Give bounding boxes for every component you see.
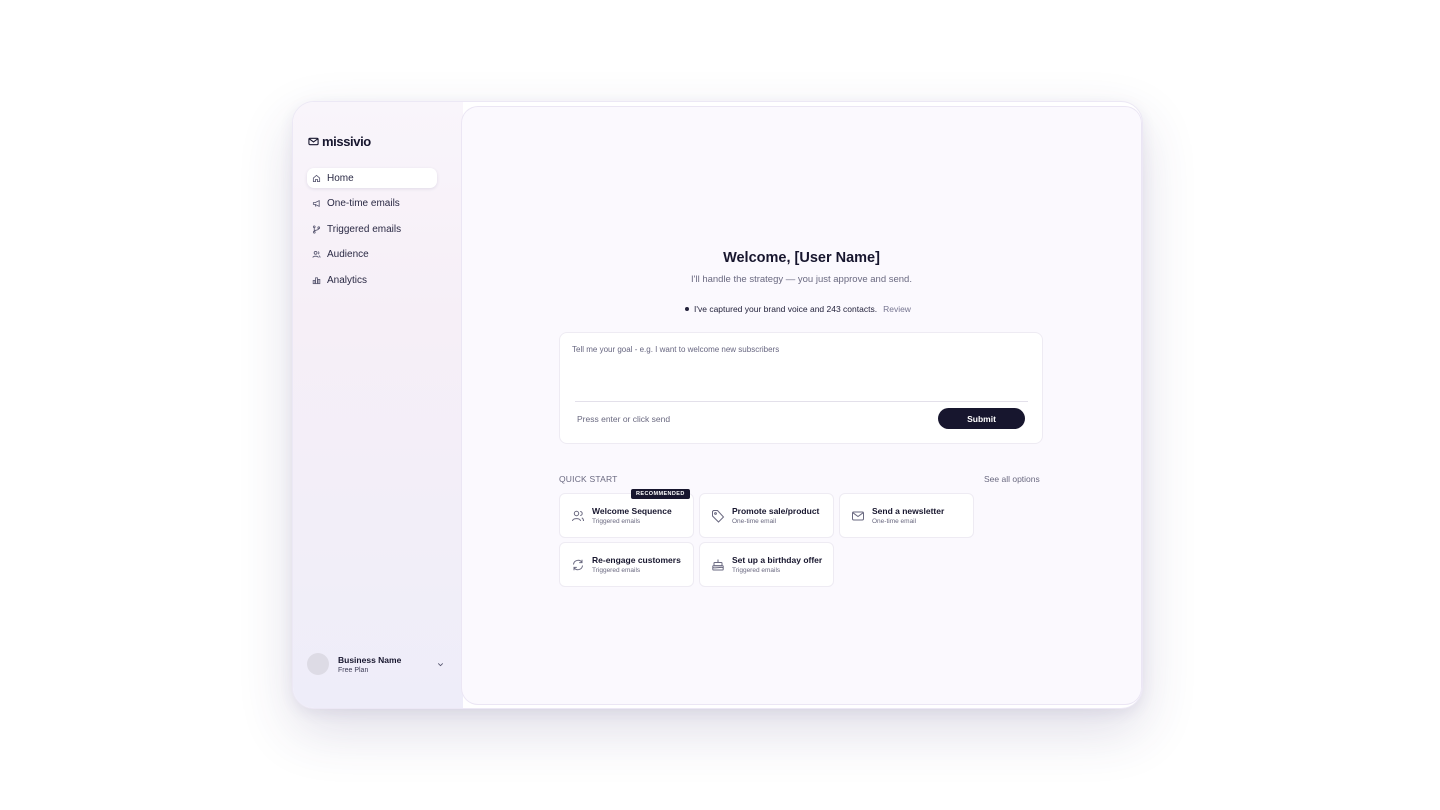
bar-chart-icon xyxy=(312,276,321,284)
app-window: missivio Home One-time emails Triggered … xyxy=(292,101,1143,709)
users-icon xyxy=(312,251,321,258)
sidebar-item-label: One-time emails xyxy=(327,198,400,209)
card-title: Welcome Sequence xyxy=(592,506,672,516)
sidebar: missivio Home One-time emails Triggered … xyxy=(293,102,463,708)
card-title: Send a newsletter xyxy=(872,506,945,516)
card-title: Promote sale/product xyxy=(732,506,820,516)
goal-prompt-box: Press enter or click send Submit xyxy=(559,332,1043,444)
prompt-hint: Press enter or click send xyxy=(577,414,671,424)
main-panel: Welcome, [User Name] I'll handle the str… xyxy=(462,107,1141,704)
quick-start-card-welcome-sequence[interactable]: RECOMMENDED Welcome Sequence Triggered e… xyxy=(559,489,694,538)
see-all-options-link[interactable]: See all options xyxy=(984,474,1040,484)
logo-text: missivio xyxy=(322,134,371,149)
recommended-badge: RECOMMENDED xyxy=(631,489,690,499)
sidebar-item-one-time-emails[interactable]: One-time emails xyxy=(307,194,437,214)
quick-start-card-re-engage[interactable]: Re-engage customers Triggered emails xyxy=(559,542,694,587)
users-icon xyxy=(572,510,584,522)
card-title: Set up a birthday offer xyxy=(732,555,823,565)
sidebar-item-home[interactable]: Home xyxy=(307,168,437,188)
quick-start-card-send-newsletter[interactable]: Send a newsletter One-time email xyxy=(839,493,974,538)
avatar xyxy=(307,653,329,675)
sidebar-item-label: Home xyxy=(327,172,354,184)
home-icon xyxy=(312,174,321,182)
card-subtitle: One-time email xyxy=(872,518,917,525)
account-switcher[interactable]: Business Name Free Plan xyxy=(307,652,447,676)
status-line: I've captured your brand voice and 243 c… xyxy=(685,304,911,314)
sidebar-item-label: Analytics xyxy=(327,274,368,286)
card-title: Re-engage customers xyxy=(592,555,681,565)
business-name: Business Name xyxy=(338,654,402,665)
card-subtitle: Triggered emails xyxy=(732,567,781,574)
review-link[interactable]: Review xyxy=(883,304,911,314)
sidebar-nav: Home One-time emails Triggered emails Au… xyxy=(307,168,437,296)
page-title: Welcome, [User Name] xyxy=(723,250,880,266)
status-dot xyxy=(685,307,689,311)
divider xyxy=(575,401,1028,402)
mail-icon xyxy=(308,137,319,146)
logo[interactable]: missivio xyxy=(308,134,371,149)
sidebar-item-label: Audience xyxy=(327,249,369,260)
quick-start-card-promote-sale[interactable]: Promote sale/product One-time email xyxy=(699,493,834,538)
chevron-down-icon[interactable] xyxy=(436,660,445,669)
plan-label: Free Plan xyxy=(338,666,369,674)
status-text: I've captured your brand voice and 243 c… xyxy=(694,304,878,314)
tag-icon xyxy=(712,510,725,523)
megaphone-icon xyxy=(312,199,320,208)
quick-start-card-birthday-offer[interactable]: Set up a birthday offer Triggered emails xyxy=(699,542,834,587)
card-subtitle: Triggered emails xyxy=(592,567,641,574)
page-subtitle: I'll handle the strategy — you just appr… xyxy=(691,274,912,285)
refresh-icon xyxy=(573,559,583,571)
sidebar-item-audience[interactable]: Audience xyxy=(307,245,437,265)
mail-icon xyxy=(852,511,864,521)
quick-start-label: QUICK START xyxy=(559,474,618,484)
goal-input[interactable] xyxy=(572,345,1022,395)
sidebar-item-analytics[interactable]: Analytics xyxy=(307,270,437,290)
sidebar-item-triggered-emails[interactable]: Triggered emails xyxy=(307,219,437,239)
card-subtitle: Triggered emails xyxy=(592,518,641,525)
branch-icon xyxy=(312,224,321,234)
card-subtitle: One-time email xyxy=(732,518,777,525)
submit-button[interactable]: Submit xyxy=(938,408,1025,429)
sidebar-item-label: Triggered emails xyxy=(327,223,402,235)
cake-icon xyxy=(712,559,724,571)
